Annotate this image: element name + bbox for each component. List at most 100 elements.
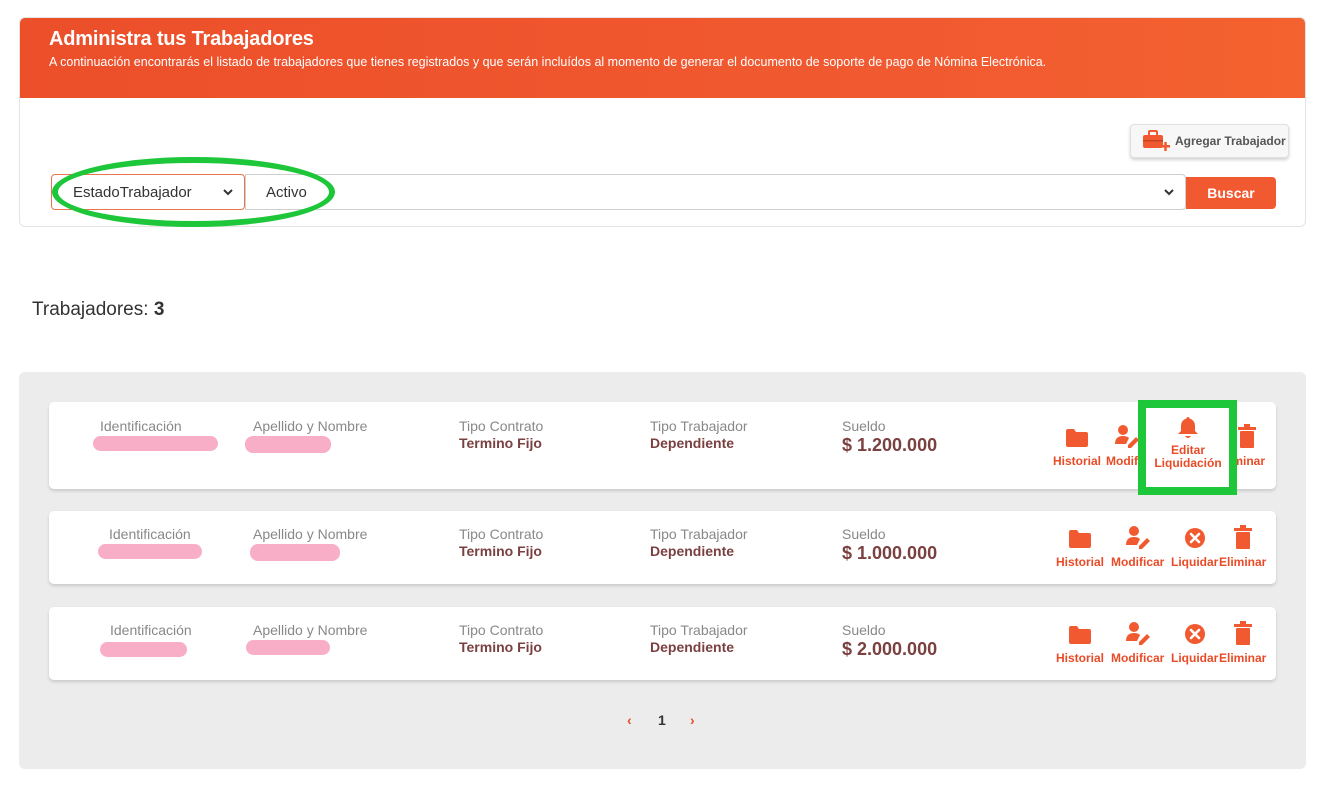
liquidate-button[interactable]: Liquidar (1171, 619, 1218, 665)
trash-icon (1237, 422, 1257, 448)
add-worker-label: Agregar Trabajador (1175, 134, 1286, 148)
delete-button[interactable]: Eliminar (1219, 523, 1266, 569)
chevron-left-icon[interactable]: ‹ (627, 712, 632, 728)
user-edit-icon (1125, 619, 1151, 645)
trash-icon (1233, 523, 1253, 549)
search-button[interactable]: Buscar (1186, 177, 1276, 209)
close-circle-icon (1184, 523, 1206, 549)
worker-row: Identificación Apellido y Nombre Tipo Co… (49, 402, 1276, 489)
trash-icon (1233, 619, 1253, 645)
field-label: Identificación (109, 526, 191, 542)
field-salary: Sueldo $ 1.000.000 (842, 526, 937, 564)
field-name: Apellido y Nombre (253, 418, 367, 434)
bell-icon (1177, 414, 1199, 440)
worker-row: Identificación Apellido y Nombre Tipo Co… (49, 511, 1276, 584)
pagination-next-arrow[interactable]: › (690, 712, 695, 728)
modify-button[interactable]: Modificar (1111, 619, 1164, 665)
redacted-name (245, 436, 331, 453)
field-contract: Tipo Contrato Termino Fijo (459, 418, 543, 451)
salary-value: $ 1.000.000 (842, 543, 938, 563)
field-label: Tipo Trabajador (650, 526, 748, 542)
field-label: Sueldo (842, 418, 886, 434)
filter-value-text: Activo (266, 183, 307, 201)
workers-count: Trabajadores: 3 (32, 299, 164, 321)
history-button[interactable]: Historial (1056, 619, 1104, 665)
page-title: Administra tus Trabajadores (49, 28, 314, 50)
modify-button[interactable]: Modific (1106, 422, 1148, 468)
field-label: Identificación (110, 622, 192, 638)
field-label: Tipo Trabajador (650, 418, 748, 434)
worker-row: Identificación Apellido y Nombre Tipo Co… (49, 607, 1276, 680)
field-label: Tipo Contrato (459, 418, 544, 434)
field-label: Tipo Contrato (459, 526, 544, 542)
chevron-down-icon (222, 185, 234, 203)
history-button[interactable]: Historial (1056, 523, 1104, 569)
field-contract: Tipo Contrato Termino Fijo (459, 622, 543, 655)
page-number[interactable]: 1 (658, 712, 666, 728)
field-salary: Sueldo $ 1.200.000 (842, 418, 937, 456)
field-identification: Identificación (110, 622, 192, 638)
edit-liquidation-label-line1: Editar (1170, 443, 1205, 457)
pagination-current[interactable]: 1 (658, 712, 666, 728)
history-button[interactable]: Historial (1053, 422, 1101, 468)
field-label: Tipo Contrato (459, 622, 544, 638)
field-worker-type: Tipo Trabajador Dependiente (650, 418, 748, 451)
liquidate-button[interactable]: Liquidar (1171, 523, 1218, 569)
filter-field-select[interactable]: EstadoTrabajador (51, 174, 245, 210)
edit-liquidation-label-line2: Liquidación (1154, 456, 1222, 470)
filter-value-select[interactable]: Activo (245, 174, 1186, 210)
field-label: Apellido y Nombre (253, 526, 368, 542)
redacted-id (93, 436, 218, 451)
contract-value: Termino Fijo (459, 639, 542, 655)
field-identification: Identificación (100, 418, 182, 434)
chevron-down-icon (1163, 185, 1175, 203)
action-label: Historial (1056, 555, 1105, 569)
pagination-prev-arrow[interactable]: ‹ (627, 712, 632, 728)
field-label: Identificación (100, 418, 182, 434)
redacted-id (100, 642, 187, 657)
user-edit-icon (1125, 523, 1151, 549)
action-label: Modificar (1111, 651, 1165, 665)
field-name: Apellido y Nombre (253, 622, 367, 638)
delete-button[interactable]: iminar (1229, 422, 1265, 468)
field-label: Apellido y Nombre (253, 622, 368, 638)
redacted-name (250, 544, 340, 561)
action-label: Historial (1053, 454, 1102, 468)
edit-liquidation-label: Editar Liquidación (1154, 444, 1221, 470)
header-card: Administra tus Trabajadores A continuaci… (19, 17, 1306, 227)
worker-type-value: Dependiente (650, 543, 735, 559)
action-label: Liquidar (1171, 651, 1219, 665)
salary-value: $ 1.200.000 (842, 435, 938, 455)
delete-button[interactable]: Eliminar (1219, 619, 1266, 665)
modify-button[interactable]: Modificar (1111, 523, 1164, 569)
action-label: iminar (1229, 454, 1266, 468)
chevron-right-icon[interactable]: › (690, 712, 695, 728)
folder-icon (1065, 422, 1089, 448)
action-label: Historial (1056, 651, 1105, 665)
contract-value: Termino Fijo (459, 543, 542, 559)
contract-value: Termino Fijo (459, 435, 542, 451)
action-label: Modific (1106, 454, 1148, 468)
field-worker-type: Tipo Trabajador Dependiente (650, 526, 748, 559)
action-label: Eliminar (1219, 555, 1267, 569)
close-circle-icon (1184, 619, 1206, 645)
page-subtitle: A continuación encontrarás el listado de… (49, 55, 1047, 69)
workers-count-value: 3 (153, 299, 165, 320)
redacted-id (98, 544, 202, 559)
field-label: Sueldo (842, 622, 886, 638)
worker-type-value: Dependiente (650, 639, 735, 655)
field-identification: Identificación (109, 526, 191, 542)
folder-icon (1068, 619, 1092, 645)
field-label: Sueldo (842, 526, 886, 542)
field-contract: Tipo Contrato Termino Fijo (459, 526, 543, 559)
field-label: Apellido y Nombre (253, 418, 368, 434)
briefcase-plus-icon (1141, 128, 1171, 154)
workers-count-label: Trabajadores: (32, 299, 149, 320)
worker-type-value: Dependiente (650, 435, 735, 451)
edit-liquidation-button[interactable]: Editar Liquidación (1154, 414, 1222, 470)
action-label: Eliminar (1219, 651, 1267, 665)
filter-field-value: EstadoTrabajador (73, 183, 192, 201)
action-label: Modificar (1111, 555, 1165, 569)
workers-list-panel: Identificación Apellido y Nombre Tipo Co… (19, 372, 1306, 769)
add-worker-button[interactable]: Agregar Trabajador (1130, 124, 1289, 158)
